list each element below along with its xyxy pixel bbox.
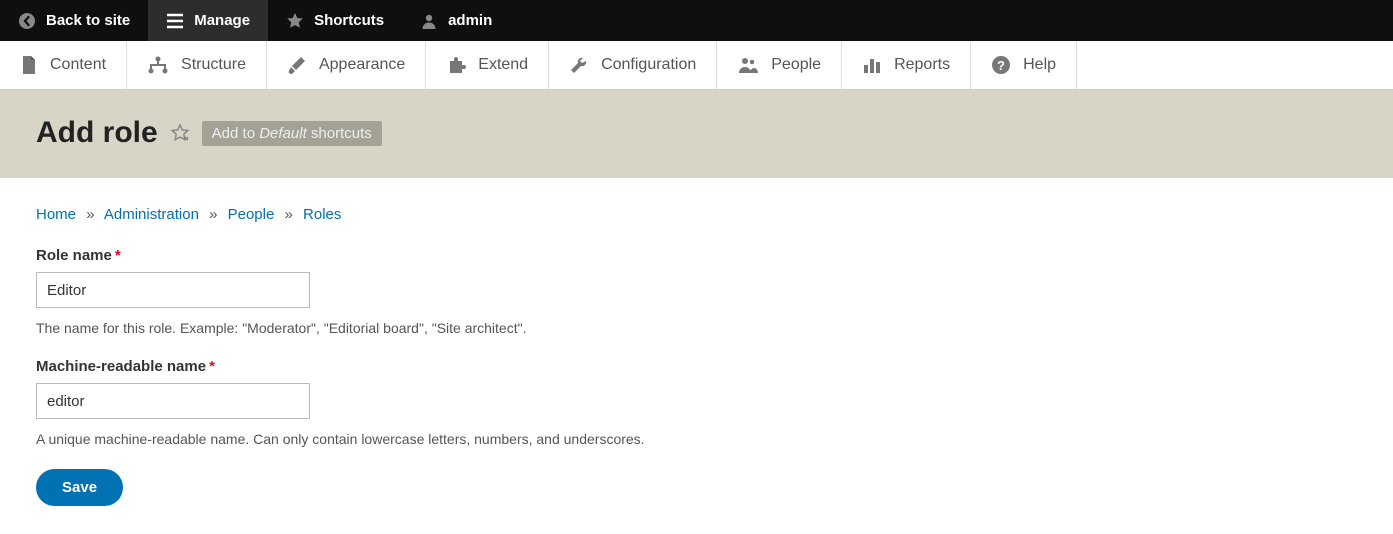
file-icon bbox=[20, 55, 38, 75]
breadcrumb-home[interactable]: Home bbox=[36, 206, 76, 223]
manage-label: Manage bbox=[194, 12, 250, 29]
role-name-help: The name for this role. Example: "Modera… bbox=[36, 320, 1357, 336]
menu-appearance-label: Appearance bbox=[319, 56, 405, 74]
hierarchy-icon bbox=[147, 55, 169, 75]
menu-reports[interactable]: Reports bbox=[842, 41, 971, 89]
menu-structure[interactable]: Structure bbox=[127, 41, 267, 89]
manage-link[interactable]: Manage bbox=[148, 0, 268, 41]
wrench-icon bbox=[569, 55, 589, 75]
save-button[interactable]: Save bbox=[36, 469, 123, 506]
breadcrumb-sep: » bbox=[86, 206, 94, 223]
svg-text:?: ? bbox=[997, 58, 1005, 73]
machine-name-help: A unique machine-readable name. Can only… bbox=[36, 431, 1357, 447]
breadcrumb-people[interactable]: People bbox=[228, 206, 275, 223]
required-marker: * bbox=[115, 247, 121, 264]
people-icon bbox=[737, 55, 759, 75]
star-icon bbox=[286, 12, 304, 30]
menu-help-label: Help bbox=[1023, 56, 1056, 74]
admin-menu: Content Structure Appearance Extend Conf… bbox=[0, 41, 1393, 90]
user-label: admin bbox=[448, 12, 492, 29]
user-link[interactable]: admin bbox=[402, 0, 510, 41]
machine-name-input[interactable] bbox=[36, 383, 310, 419]
help-icon: ? bbox=[991, 55, 1011, 75]
back-to-site-link[interactable]: Back to site bbox=[0, 0, 148, 41]
menu-extend[interactable]: Extend bbox=[426, 41, 549, 89]
shortcuts-link[interactable]: Shortcuts bbox=[268, 0, 402, 41]
bar-chart-icon bbox=[862, 55, 882, 75]
breadcrumb-roles[interactable]: Roles bbox=[303, 206, 341, 223]
menu-people-label: People bbox=[771, 56, 821, 74]
role-name-label: Role name* bbox=[36, 247, 1357, 264]
back-arrow-icon bbox=[18, 12, 36, 30]
menu-configuration-label: Configuration bbox=[601, 56, 696, 74]
machine-name-field-wrapper: Machine-readable name* A unique machine-… bbox=[36, 358, 1357, 447]
star-outline-icon[interactable] bbox=[170, 123, 190, 143]
menu-extend-label: Extend bbox=[478, 56, 528, 74]
menu-reports-label: Reports bbox=[894, 56, 950, 74]
paintbrush-icon bbox=[287, 55, 307, 75]
menu-appearance[interactable]: Appearance bbox=[267, 41, 426, 89]
shortcut-tooltip: Add to Default shortcuts bbox=[202, 121, 382, 146]
menu-content[interactable]: Content bbox=[0, 41, 127, 89]
title-area: Add role Add to Default shortcuts bbox=[0, 90, 1393, 178]
breadcrumb-administration[interactable]: Administration bbox=[104, 206, 199, 223]
machine-name-label: Machine-readable name* bbox=[36, 358, 1357, 375]
menu-people[interactable]: People bbox=[717, 41, 842, 89]
breadcrumb-sep: » bbox=[285, 206, 293, 223]
hamburger-icon bbox=[166, 12, 184, 30]
menu-structure-label: Structure bbox=[181, 56, 246, 74]
shortcuts-label: Shortcuts bbox=[314, 12, 384, 29]
role-name-field-wrapper: Role name* The name for this role. Examp… bbox=[36, 247, 1357, 336]
menu-content-label: Content bbox=[50, 56, 106, 74]
role-name-input[interactable] bbox=[36, 272, 310, 308]
page-title: Add role bbox=[36, 116, 158, 150]
user-icon bbox=[420, 12, 438, 30]
menu-configuration[interactable]: Configuration bbox=[549, 41, 717, 89]
puzzle-icon bbox=[446, 55, 466, 75]
top-toolbar: Back to site Manage Shortcuts admin bbox=[0, 0, 1393, 41]
required-marker: * bbox=[209, 358, 215, 375]
breadcrumb-sep: » bbox=[209, 206, 217, 223]
back-to-site-label: Back to site bbox=[46, 12, 130, 29]
content-region: Home » Administration » People » Roles R… bbox=[0, 178, 1393, 534]
menu-help[interactable]: ? Help bbox=[971, 41, 1077, 89]
breadcrumb: Home » Administration » People » Roles bbox=[36, 206, 1357, 223]
